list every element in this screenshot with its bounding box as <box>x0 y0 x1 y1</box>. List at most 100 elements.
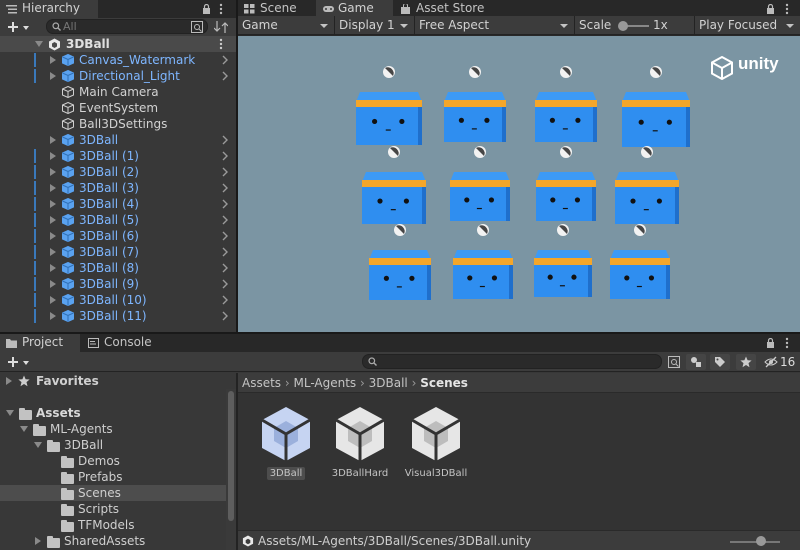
breadcrumb-item[interactable]: ML-Agents <box>294 376 357 390</box>
hierarchy-item[interactable]: Directional_Light <box>0 68 236 84</box>
chevron-right-icon[interactable] <box>220 183 230 193</box>
panel-divider-horizontal[interactable] <box>0 332 800 334</box>
hierarchy-item[interactable]: 3DBall (1) <box>0 148 236 164</box>
chevron-right-icon[interactable] <box>220 151 230 161</box>
expand-arrow-icon[interactable] <box>50 216 56 224</box>
expand-arrow-icon[interactable] <box>50 200 56 208</box>
expand-arrow-icon[interactable] <box>35 537 41 545</box>
kebab-menu-icon[interactable] <box>219 3 223 15</box>
search-input[interactable] <box>63 20 183 33</box>
hierarchy-item[interactable]: Canvas_Watermark <box>0 52 236 68</box>
expand-arrow-icon[interactable] <box>35 41 43 47</box>
tab-console[interactable]: Console <box>82 334 164 352</box>
expand-arrow-icon[interactable] <box>6 377 12 385</box>
play-mode-dropdown[interactable]: Play Focused <box>695 16 800 35</box>
chevron-right-icon[interactable] <box>220 263 230 273</box>
chevron-right-icon[interactable] <box>220 295 230 305</box>
folder-tree-item[interactable]: Assets <box>0 405 226 421</box>
chevron-right-icon[interactable] <box>220 71 230 81</box>
folder-tree-item[interactable]: Demos <box>0 453 226 469</box>
chevron-right-icon[interactable] <box>220 167 230 177</box>
hierarchy-item[interactable]: 3DBall (3) <box>0 180 236 196</box>
hierarchy-item[interactable]: 3DBall (5) <box>0 212 236 228</box>
hierarchy-item[interactable]: 3DBall (11) <box>0 308 236 324</box>
folder-tree-item[interactable]: ML-Agents <box>0 421 226 437</box>
scene-menu-icon[interactable] <box>219 38 223 50</box>
display-dropdown[interactable]: Display 1 <box>335 16 415 35</box>
folder-tree-item[interactable]: Scripts <box>0 501 226 517</box>
sort-icon[interactable] <box>214 21 228 33</box>
scene-row[interactable]: 3DBall <box>0 36 236 52</box>
hierarchy-search[interactable] <box>46 19 208 34</box>
scene-search-button[interactable] <box>189 19 205 35</box>
expand-arrow-icon[interactable] <box>50 168 56 176</box>
filter-by-type-button[interactable] <box>686 354 706 370</box>
chevron-right-icon[interactable] <box>220 311 230 321</box>
game-viewport[interactable]: unity <box>238 36 800 332</box>
icon-size-slider-thumb[interactable] <box>756 536 766 546</box>
filter-by-label-button[interactable] <box>710 354 730 370</box>
hierarchy-item[interactable]: 3DBall (7) <box>0 244 236 260</box>
scale-slider-thumb[interactable] <box>618 21 628 31</box>
hierarchy-item[interactable]: 3DBall (4) <box>0 196 236 212</box>
expand-arrow-icon[interactable] <box>50 56 56 64</box>
folder-tree-item[interactable]: 3DBall <box>0 437 226 453</box>
chevron-right-icon[interactable] <box>220 135 230 145</box>
hierarchy-item[interactable]: Ball3DSettings <box>0 116 236 132</box>
expand-arrow-icon[interactable] <box>50 136 56 144</box>
expand-arrow-icon[interactable] <box>20 426 28 432</box>
folder-tree-item[interactable]: Scenes <box>0 485 226 501</box>
expand-arrow-icon[interactable] <box>34 442 42 448</box>
hierarchy-item[interactable]: EventSystem <box>0 100 236 116</box>
search-by-type-button[interactable] <box>664 354 684 370</box>
chevron-right-icon[interactable] <box>220 199 230 209</box>
game-lock-icon[interactable] <box>766 4 775 14</box>
breadcrumb-item[interactable]: Assets <box>242 376 281 390</box>
lock-icon[interactable] <box>202 4 211 14</box>
tree-scrollbar-thumb[interactable] <box>228 391 234 521</box>
breadcrumb-item[interactable]: Scenes <box>420 376 468 390</box>
favorite-button[interactable] <box>736 354 756 370</box>
project-lock-icon[interactable] <box>766 338 775 348</box>
tree-scrollbar[interactable] <box>226 389 236 550</box>
create-button[interactable] <box>4 19 34 35</box>
chevron-right-icon[interactable] <box>220 231 230 241</box>
tab-project[interactable]: Project <box>0 334 80 352</box>
aspect-dropdown[interactable]: Free Aspect <box>415 16 575 35</box>
breadcrumb-item[interactable]: 3DBall <box>369 376 408 390</box>
project-create-button[interactable] <box>4 354 34 370</box>
asset-tile[interactable]: Visual3DBall <box>396 405 476 480</box>
expand-arrow-icon[interactable] <box>50 232 56 240</box>
hierarchy-item[interactable]: 3DBall (6) <box>0 228 236 244</box>
game-kebab-icon[interactable] <box>785 3 789 15</box>
expand-arrow-icon[interactable] <box>50 312 56 320</box>
folder-tree-item[interactable]: Prefabs <box>0 469 226 485</box>
game-view-dropdown[interactable]: Game <box>238 16 335 35</box>
project-kebab-icon[interactable] <box>785 337 789 349</box>
asset-tile[interactable]: 3DBallHard <box>320 405 400 480</box>
hierarchy-item[interactable]: Main Camera <box>0 84 236 100</box>
expand-arrow-icon[interactable] <box>50 296 56 304</box>
icon-size-slider[interactable] <box>730 541 780 543</box>
tab-hierarchy[interactable]: Hierarchy <box>0 0 98 18</box>
hierarchy-item[interactable]: 3DBall (2) <box>0 164 236 180</box>
chevron-right-icon[interactable] <box>220 215 230 225</box>
hidden-packages-toggle[interactable]: 16 <box>762 354 798 370</box>
folder-tree-item[interactable]: SharedAssets <box>0 533 226 549</box>
chevron-right-icon[interactable] <box>220 279 230 289</box>
expand-arrow-icon[interactable] <box>50 248 56 256</box>
project-search[interactable] <box>362 354 662 369</box>
expand-arrow-icon[interactable] <box>50 280 56 288</box>
expand-arrow-icon[interactable] <box>50 184 56 192</box>
chevron-right-icon[interactable] <box>220 55 230 65</box>
hierarchy-item[interactable]: 3DBall (9) <box>0 276 236 292</box>
expand-arrow-icon[interactable] <box>6 410 14 416</box>
folder-tree-item[interactable]: TFModels <box>0 517 226 533</box>
hierarchy-item[interactable]: 3DBall (8) <box>0 260 236 276</box>
favorites-row[interactable]: Favorites <box>0 373 226 389</box>
chevron-right-icon[interactable] <box>220 247 230 257</box>
hierarchy-item[interactable]: 3DBall <box>0 132 236 148</box>
expand-arrow-icon[interactable] <box>50 264 56 272</box>
project-divider-vertical[interactable] <box>236 373 238 550</box>
panel-divider-vertical[interactable] <box>236 0 238 332</box>
